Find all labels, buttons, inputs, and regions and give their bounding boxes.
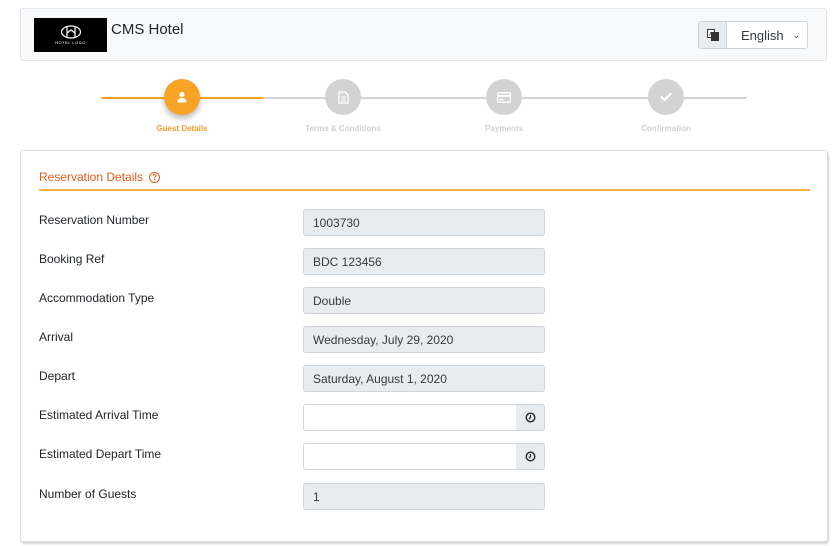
clock-icon bbox=[524, 451, 536, 462]
step-label: Confirmation bbox=[641, 124, 691, 133]
clock-icon bbox=[524, 412, 536, 423]
field-row-estimated-depart-time: Estimated Depart Time bbox=[39, 443, 549, 471]
estimated-depart-time-input[interactable] bbox=[303, 443, 517, 470]
field-row-reservation-number: Reservation Number 1003730 bbox=[39, 209, 549, 237]
step-guest-details[interactable]: Guest Details bbox=[122, 79, 242, 133]
reservation-number-field: 1003730 bbox=[303, 209, 545, 236]
header-bar: HOTEL LOGO CMS Hotel A English ⌄ bbox=[20, 8, 827, 61]
field-label: Estimated Depart Time bbox=[39, 447, 162, 461]
logo-text: HOTEL LOGO bbox=[55, 40, 86, 45]
section-title: Reservation Details ? bbox=[39, 170, 161, 184]
section-title-text: Reservation Details bbox=[39, 170, 144, 184]
field-row-accommodation-type: Accommodation Type Double bbox=[39, 287, 549, 315]
field-label: Number of Guests bbox=[39, 487, 137, 501]
step-payments[interactable]: Payments bbox=[444, 79, 564, 133]
field-row-arrival: Arrival Wednesday, July 29, 2020 bbox=[39, 326, 549, 354]
progress-stepper: Guest Details Terms & Conditions Payment… bbox=[0, 70, 840, 145]
estimated-arrival-time-input[interactable] bbox=[303, 404, 517, 431]
field-label: Accommodation Type bbox=[39, 291, 155, 305]
step-confirmation[interactable]: Confirmation bbox=[606, 79, 726, 133]
check-icon bbox=[648, 79, 684, 115]
step-terms-conditions[interactable]: Terms & Conditions bbox=[283, 79, 403, 133]
field-row-booking-ref: Booking Ref BDC 123456 bbox=[39, 248, 549, 276]
reservation-details-card: Reservation Details ? Reservation Number… bbox=[20, 150, 828, 542]
hotel-name: CMS Hotel bbox=[111, 21, 184, 38]
svg-text:A: A bbox=[709, 32, 713, 38]
booking-ref-field: BDC 123456 bbox=[303, 248, 545, 275]
depart-time-picker-button[interactable] bbox=[516, 443, 545, 470]
field-row-number-of-guests: Number of Guests 1 bbox=[39, 483, 549, 511]
field-row-estimated-arrival-time: Estimated Arrival Time bbox=[39, 404, 549, 432]
number-of-guests-field: 1 bbox=[303, 483, 545, 510]
step-label: Terms & Conditions bbox=[305, 124, 381, 133]
field-label: Estimated Arrival Time bbox=[39, 408, 159, 422]
step-label: Guest Details bbox=[156, 124, 208, 133]
hotel-logo: HOTEL LOGO bbox=[34, 18, 107, 52]
question-circle-icon[interactable]: ? bbox=[149, 171, 161, 183]
hotel-logo-mark-icon bbox=[60, 25, 81, 39]
step-label: Payments bbox=[485, 124, 523, 133]
accommodation-type-field: Double bbox=[303, 287, 545, 314]
field-row-depart: Depart Saturday, August 1, 2020 bbox=[39, 365, 549, 393]
field-label: Depart bbox=[39, 369, 76, 383]
field-label: Booking Ref bbox=[39, 252, 105, 266]
translate-icon: A bbox=[699, 22, 727, 48]
credit-card-icon bbox=[486, 79, 522, 115]
language-select[interactable]: English ⌄ bbox=[727, 22, 807, 48]
arrival-date-field: Wednesday, July 29, 2020 bbox=[303, 326, 545, 353]
user-icon bbox=[164, 79, 200, 115]
field-label: Arrival bbox=[39, 330, 74, 344]
field-label: Reservation Number bbox=[39, 213, 150, 227]
document-icon bbox=[325, 79, 361, 115]
section-divider bbox=[39, 189, 810, 191]
depart-date-field: Saturday, August 1, 2020 bbox=[303, 365, 545, 392]
chevron-down-icon: ⌄ bbox=[792, 29, 800, 40]
language-selector[interactable]: A English ⌄ bbox=[698, 21, 808, 49]
arrival-time-picker-button[interactable] bbox=[516, 404, 545, 431]
language-selected: English bbox=[741, 27, 784, 43]
